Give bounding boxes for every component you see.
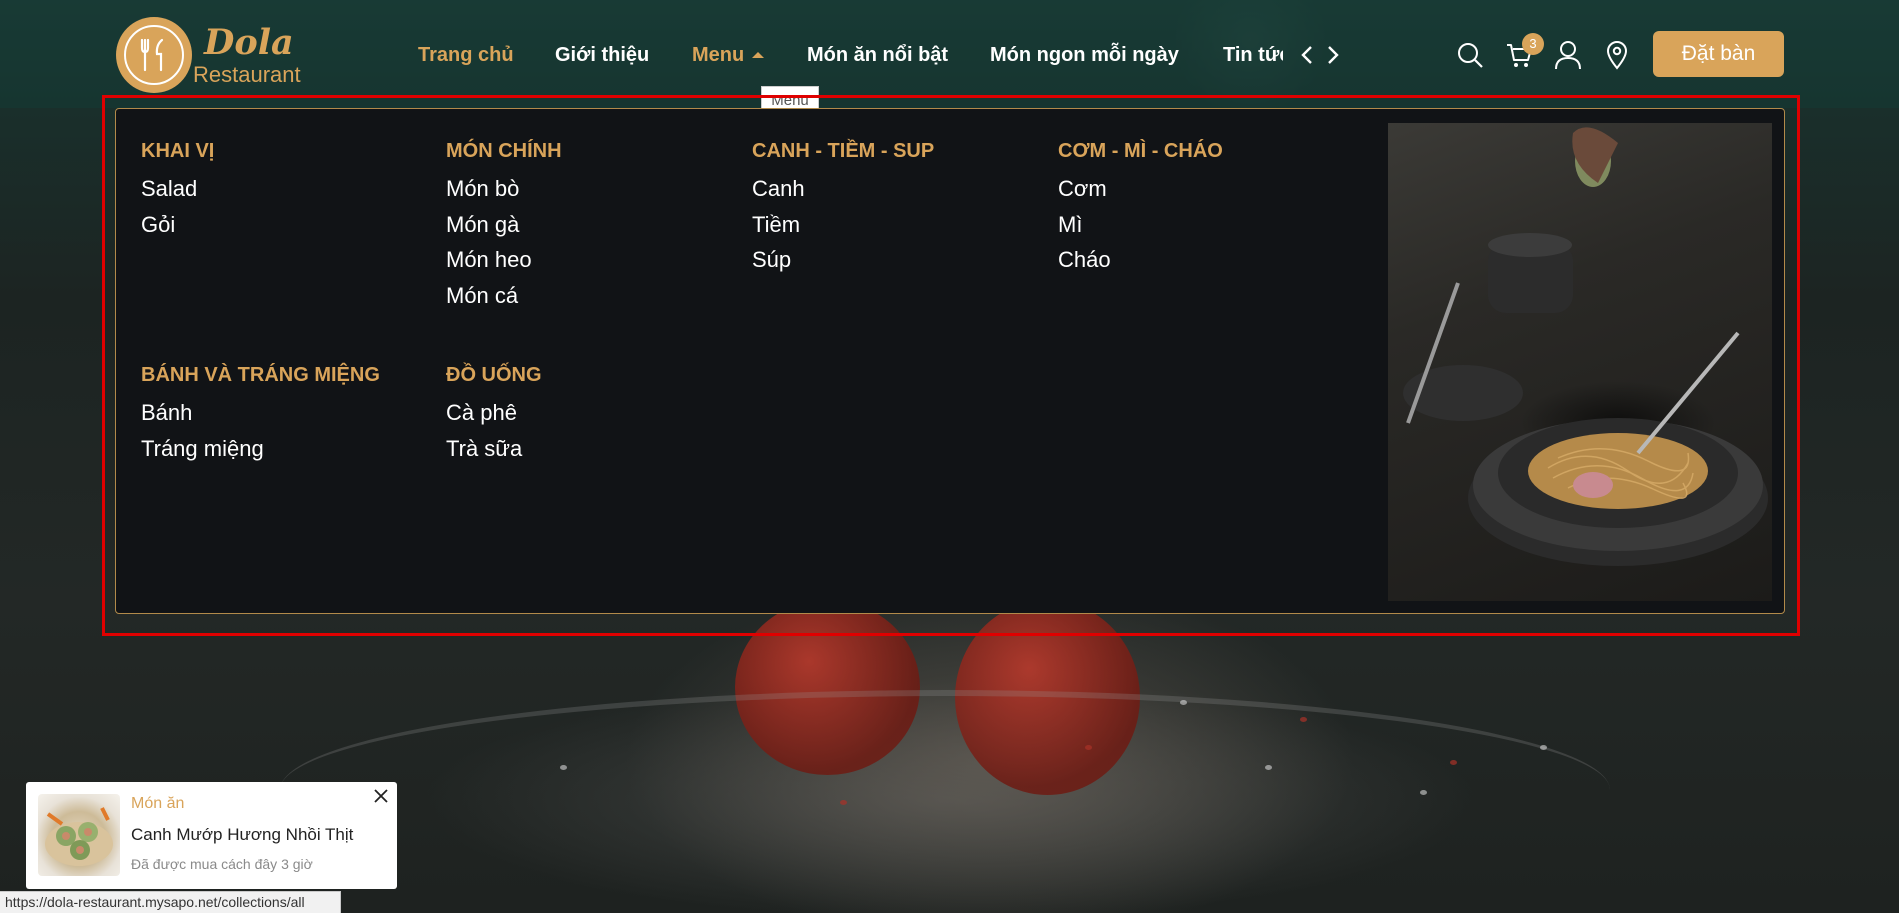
menu-category-title[interactable]: ĐỒ UỐNG xyxy=(446,363,736,387)
menu-promo-image xyxy=(1388,123,1772,601)
menu-link[interactable]: Cà phê xyxy=(446,395,736,431)
menu-category-title[interactable]: CANH - TIỀM - SUP xyxy=(752,139,1042,163)
logo-subtitle: Restaurant xyxy=(193,62,301,87)
main-nav: Trang chủ Giới thiệu Menu Món ăn nổi bật… xyxy=(400,38,1283,72)
hero-speck xyxy=(1085,745,1092,750)
book-table-button[interactable]: Đặt bàn xyxy=(1653,31,1784,77)
menu-link[interactable]: Mì xyxy=(1058,207,1348,243)
hero-speck xyxy=(1300,717,1307,722)
logo-brand: Dola xyxy=(204,22,294,63)
location-pin-icon[interactable] xyxy=(1600,38,1634,72)
cutlery-icon xyxy=(124,25,184,85)
user-icon[interactable] xyxy=(1551,38,1585,72)
menu-link[interactable]: Salad xyxy=(141,171,431,207)
hero-speck xyxy=(1420,790,1427,795)
hero-speck xyxy=(1180,700,1187,705)
menu-column-drinks: ĐỒ UỐNG Cà phê Trà sữa xyxy=(446,363,736,466)
menu-category-title[interactable]: MÓN CHÍNH xyxy=(446,139,736,163)
menu-link[interactable]: Tiềm xyxy=(752,207,1042,243)
menu-link[interactable]: Cháo xyxy=(1058,242,1348,278)
site-header: Dola Restaurant Trang chủ Giới thiệu Men… xyxy=(0,0,1899,108)
caret-up-icon xyxy=(752,52,765,58)
menu-column-soups: CANH - TIỀM - SUP Canh Tiềm Súp xyxy=(752,139,1042,278)
notification-thumbnail xyxy=(38,794,120,876)
menu-link[interactable]: Món gà xyxy=(446,207,736,243)
nav-item-about[interactable]: Giới thiệu xyxy=(555,38,649,72)
nav-item-home[interactable]: Trang chủ xyxy=(418,38,514,72)
menu-category-title[interactable]: CƠM - MÌ - CHÁO xyxy=(1058,139,1348,163)
menu-link[interactable]: Canh xyxy=(752,171,1042,207)
menu-link[interactable]: Gỏi xyxy=(141,207,431,243)
hero-speck xyxy=(840,800,847,805)
nav-item-news[interactable]: Tin tức xyxy=(1223,38,1283,72)
logo-badge xyxy=(116,17,192,93)
chevron-left-icon[interactable] xyxy=(1296,40,1318,70)
menu-link[interactable]: Món bò xyxy=(446,171,736,207)
notification-category: Món ăn xyxy=(131,795,185,812)
purchase-notification[interactable]: Món ăn Canh Mướp Hương Nhồi Thịt Đã được… xyxy=(26,782,397,889)
menu-column-appetizers: KHAI VỊ Salad Gỏi xyxy=(141,139,431,242)
menu-link[interactable]: Cơm xyxy=(1058,171,1348,207)
menu-link[interactable]: Súp xyxy=(752,242,1042,278)
menu-link[interactable]: Món heo xyxy=(446,242,736,278)
hero-speck xyxy=(1540,745,1547,750)
notification-title[interactable]: Canh Mướp Hương Nhồi Thịt xyxy=(131,824,353,846)
hero-speck xyxy=(1265,765,1272,770)
menu-link[interactable]: Món cá xyxy=(446,278,736,314)
hero-speck xyxy=(560,765,567,770)
menu-link[interactable]: Tráng miệng xyxy=(141,431,431,467)
nav-item-featured[interactable]: Món ăn nổi bật xyxy=(807,38,948,72)
cart-count-badge: 3 xyxy=(1522,33,1544,55)
menu-link[interactable]: Bánh xyxy=(141,395,431,431)
menu-column-rice-noodles: CƠM - MÌ - CHÁO Cơm Mì Cháo xyxy=(1058,139,1348,278)
menu-category-title[interactable]: BÁNH VÀ TRÁNG MIỆNG xyxy=(141,363,431,387)
search-icon[interactable] xyxy=(1453,38,1487,72)
hero-plate xyxy=(280,690,1610,890)
site-logo[interactable]: Dola Restaurant xyxy=(116,17,301,93)
notification-time: Đã được mua cách đây 3 giờ xyxy=(131,856,313,872)
menu-column-main-dishes: MÓN CHÍNH Món bò Món gà Món heo Món cá xyxy=(446,139,736,313)
menu-category-title[interactable]: KHAI VỊ xyxy=(141,139,431,163)
close-icon[interactable] xyxy=(372,787,390,805)
menu-link[interactable]: Trà sữa xyxy=(446,431,736,467)
chevron-right-icon[interactable] xyxy=(1322,40,1344,70)
nav-item-menu[interactable]: Menu xyxy=(692,38,765,72)
nav-item-daily[interactable]: Món ngon mỗi ngày xyxy=(990,38,1179,72)
nav-item-menu-label: Menu xyxy=(692,44,745,66)
mega-menu: KHAI VỊ Salad Gỏi MÓN CHÍNH Món bò Món g… xyxy=(115,108,1785,614)
status-bar-url: https://dola-restaurant.mysapo.net/colle… xyxy=(0,891,341,913)
hero-speck xyxy=(1450,760,1457,765)
menu-column-desserts: BÁNH VÀ TRÁNG MIỆNG Bánh Tráng miệng xyxy=(141,363,431,466)
